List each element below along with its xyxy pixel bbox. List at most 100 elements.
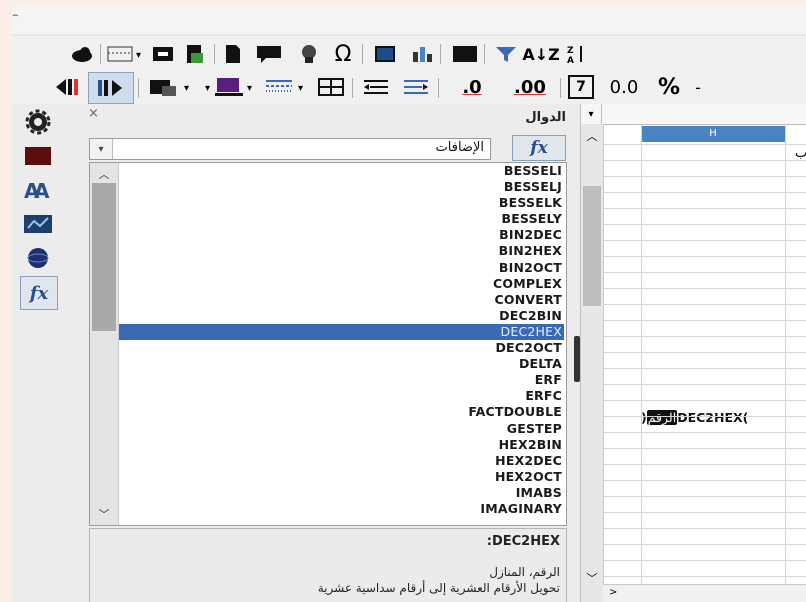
function-items: BESSELI BESSELJ BESSELK BESSELY BIN2DEC BIN2H…: [119, 163, 564, 517]
sort-descending-icon[interactable]: ZA: [562, 41, 592, 67]
title-bar: ⌢: [12, 6, 806, 34]
align-rtl-icon[interactable]: [398, 74, 434, 100]
special-character-icon[interactable]: Ω: [328, 40, 358, 68]
cell-grid[interactable]: H ب ) الرقم DEC2HEX(: [603, 124, 806, 593]
frame-icon[interactable]: [150, 42, 176, 66]
function-list-item[interactable]: IMABS: [119, 485, 564, 501]
chevron-right-icon[interactable]: >: [609, 587, 617, 598]
formatting-toolbar: ▾ ▾ ▾ ▾ .0 .00 7 0.0 % -: [12, 70, 806, 105]
chevron-down-icon[interactable]: ﹀: [90, 505, 118, 523]
sheet-scrollbar[interactable]: ︿ ﹀: [581, 124, 604, 602]
row-gridline: [603, 192, 806, 193]
function-list-item[interactable]: CONVERT: [119, 292, 564, 308]
styles-icon[interactable]: [20, 142, 56, 170]
chevron-down-icon[interactable]: ﹀: [581, 570, 603, 586]
page-icon[interactable]: [220, 42, 246, 66]
row-gridline: [603, 528, 806, 529]
function-list-item[interactable]: COMPLEX: [119, 276, 564, 292]
panel-header: × الدوال: [78, 104, 574, 132]
function-list-item[interactable]: GESTEP: [119, 421, 564, 437]
function-list-item[interactable]: BIN2HEX: [119, 243, 564, 259]
function-list-item[interactable]: BIN2DEC: [119, 227, 564, 243]
header-footer-icon[interactable]: ▾: [106, 42, 146, 66]
row-gridline: [603, 288, 806, 289]
scrollbar-thumb[interactable]: [92, 183, 116, 331]
close-icon[interactable]: ×: [88, 106, 99, 121]
image-icon[interactable]: [370, 42, 400, 66]
list-scrollbar[interactable]: ︿ ﹀: [90, 163, 119, 525]
cell-text: ب: [795, 146, 806, 161]
insert-function-button[interactable]: fx: [512, 135, 566, 161]
function-list-item[interactable]: DEC2HEX: [119, 323, 564, 341]
toolbar-dash: -: [695, 77, 701, 97]
row-gridline: [603, 480, 806, 481]
function-list-item[interactable]: DELTA: [119, 356, 564, 372]
function-list-item[interactable]: HEX2DEC: [119, 453, 564, 469]
pivot-table-icon[interactable]: [448, 42, 482, 66]
cloud-icon[interactable]: [68, 42, 96, 66]
function-list-item[interactable]: DEC2OCT: [119, 340, 564, 356]
row-gridline: [603, 384, 806, 385]
chevron-down-icon[interactable]: ▾: [90, 139, 113, 159]
export-pdf-icon[interactable]: [182, 42, 208, 66]
percent-format-button[interactable]: %: [652, 74, 686, 100]
function-list-item[interactable]: HEX2OCT: [119, 469, 564, 485]
title-glyph: ⌢: [12, 10, 19, 21]
category-value: الإضافات: [435, 140, 484, 155]
number-format-decimal[interactable]: 0.0: [600, 74, 648, 100]
formula-prefix: DEC2HEX(: [677, 410, 749, 425]
number-format-box[interactable]: 7: [568, 75, 594, 99]
function-list-item[interactable]: BESSELI: [119, 163, 564, 179]
borders-icon[interactable]: ▾: [144, 74, 198, 100]
comment-icon[interactable]: [252, 42, 286, 66]
row-gridline: [603, 448, 806, 449]
scrollbar-thumb[interactable]: [583, 186, 601, 306]
row-gridline: [603, 320, 806, 321]
row-gridline: [603, 560, 806, 561]
row-gridline: [603, 544, 806, 545]
chevron-down-icon[interactable]: ▾: [581, 104, 602, 124]
function-list-item[interactable]: HEX2BIN: [119, 437, 564, 453]
chevron-up-icon[interactable]: ︿: [581, 128, 603, 144]
category-select[interactable]: ▾ الإضافات: [89, 138, 491, 160]
function-list-item[interactable]: ERFC: [119, 388, 564, 404]
navigator-icon[interactable]: [292, 42, 326, 66]
sort-ascending-icon[interactable]: A↓Z: [522, 41, 559, 67]
function-list-item[interactable]: BESSELY: [119, 211, 564, 227]
panel-title: الدوال: [525, 110, 566, 125]
sidebar-tabbar: AA fx: [12, 104, 79, 602]
gallery-icon[interactable]: AA: [20, 176, 56, 204]
formula-cell[interactable]: ) الرقم DEC2HEX(: [641, 410, 748, 425]
background-color-icon[interactable]: ▾ ▾: [202, 74, 258, 100]
function-list-item[interactable]: BESSELJ: [119, 179, 564, 195]
properties-icon[interactable]: [20, 108, 56, 136]
add-decimal-button[interactable]: .0: [444, 74, 500, 100]
navigator-sidebar-icon[interactable]: [20, 210, 56, 238]
formula-bar: ▾: [581, 104, 806, 125]
row-gridline: [603, 208, 806, 209]
column-gridline: [641, 124, 642, 584]
functions-icon[interactable]: fx: [20, 276, 58, 310]
column-header-h[interactable]: H: [641, 126, 785, 142]
function-list-item[interactable]: BESSELK: [119, 195, 564, 211]
indent-decrease-icon[interactable]: [88, 72, 134, 104]
merge-cells-icon[interactable]: [314, 74, 348, 100]
autofilter-icon[interactable]: [492, 42, 520, 66]
function-list-item[interactable]: BIN2OCT: [119, 260, 564, 276]
function-list-item[interactable]: DEC2BIN: [119, 308, 564, 324]
function-list-item[interactable]: ERF: [119, 372, 564, 388]
border-style-icon[interactable]: ▾: [262, 74, 310, 100]
function-list-item[interactable]: IMAGINARY: [119, 501, 564, 517]
indent-increase-icon[interactable]: [52, 74, 86, 100]
function-description: :DEC2HEX الرقم، المنازل تحويل الأرقام ال…: [89, 528, 567, 602]
function-list[interactable]: ︿ ﹀ BESSELI BESSELJ BESSELK BESSELY BIN2DEC B…: [89, 162, 567, 526]
delete-decimal-button[interactable]: .00: [502, 74, 558, 100]
column-gridline: [785, 124, 786, 584]
svg-text:▾: ▾: [247, 83, 252, 94]
function-list-item[interactable]: FACTDOUBLE: [119, 404, 564, 420]
chevron-up-icon[interactable]: ︿: [90, 165, 118, 183]
globe-icon[interactable]: [20, 244, 56, 272]
chart-icon[interactable]: [408, 42, 436, 66]
wrap-text-icon[interactable]: [358, 74, 394, 100]
svg-text:▾: ▾: [136, 50, 141, 61]
